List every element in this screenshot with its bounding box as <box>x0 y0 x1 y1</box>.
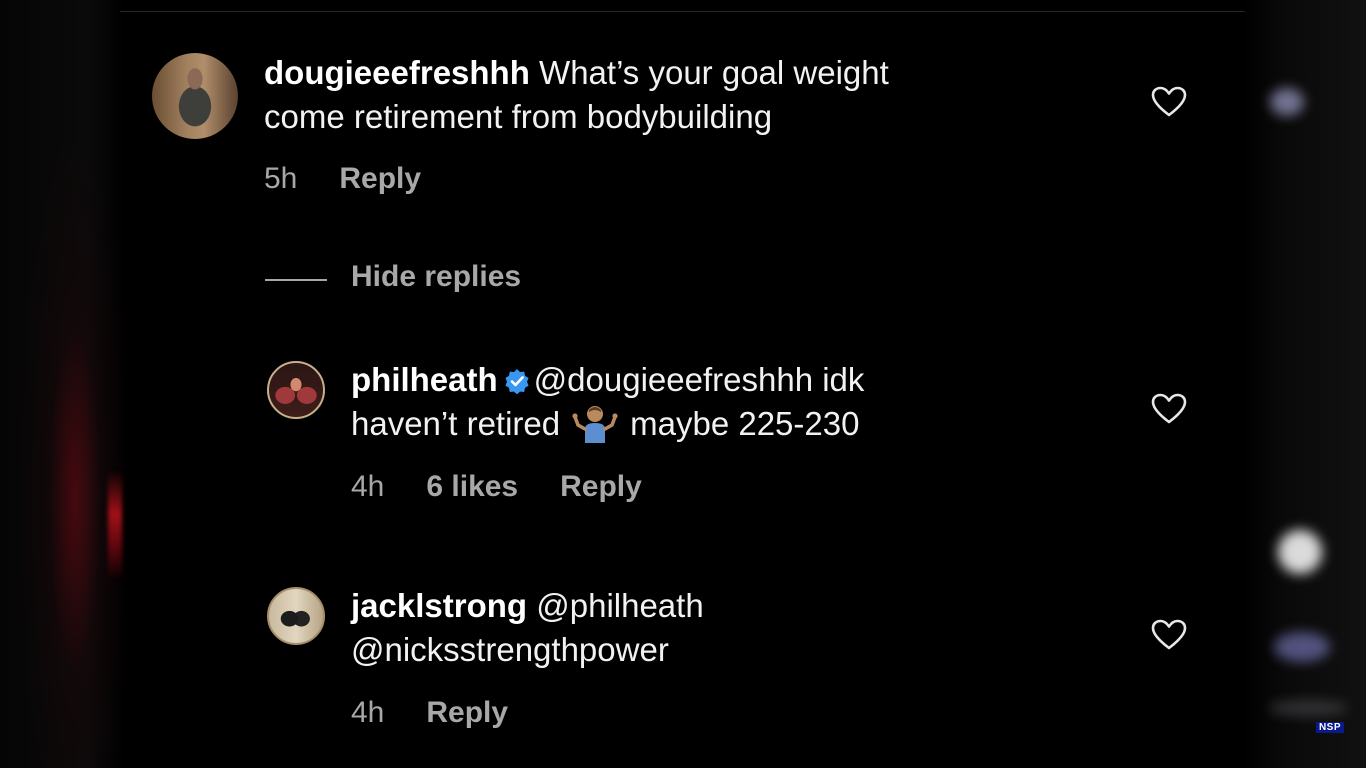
like-heart-icon[interactable] <box>1151 619 1187 651</box>
person-shrugging-emoji-icon <box>572 406 618 443</box>
avatar[interactable] <box>267 587 325 645</box>
comment-text: haven’t retired <box>351 405 561 442</box>
likes-count[interactable]: 6 likes <box>426 470 518 503</box>
mention-text[interactable]: @philheath <box>536 587 703 624</box>
screen: NSP dougieeefreshhh What’s your goal wei… <box>0 0 1366 768</box>
comment-text: come retirement from bodybuilding <box>264 98 773 135</box>
reply-button[interactable]: Reply <box>426 696 508 729</box>
timestamp: 5h <box>264 162 298 195</box>
comment-body: philheath @dougieeefreshhh idk haven’t r… <box>351 358 864 446</box>
comment-text: What’s your goal weight <box>539 54 889 91</box>
comment-body: dougieeefreshhh What’s your goal weight … <box>264 51 889 139</box>
background-light <box>1278 530 1322 574</box>
divider <box>265 279 327 281</box>
comment-meta: 4h Reply <box>351 696 508 730</box>
hide-replies-label[interactable]: Hide replies <box>351 260 521 294</box>
verified-badge-icon <box>505 369 529 394</box>
like-heart-icon[interactable] <box>1151 86 1187 118</box>
comment: dougieeefreshhh What’s your goal weight … <box>120 0 1245 210</box>
username[interactable]: philheath <box>351 361 498 398</box>
username[interactable]: jacklstrong <box>351 587 527 624</box>
avatar[interactable] <box>152 53 238 139</box>
background-light <box>1274 632 1330 662</box>
channel-watermark: NSP <box>1315 722 1344 733</box>
reply-comment: jacklstrong @philheath @nicksstrengthpow… <box>120 566 1245 756</box>
comment-meta: 5h Reply <box>264 162 421 196</box>
reply-comment: philheath @dougieeefreshhh idk haven’t r… <box>120 340 1245 520</box>
timestamp: 4h <box>351 696 385 729</box>
comment-text: maybe 225-230 <box>630 405 860 442</box>
mention-text[interactable]: @nicksstrengthpower <box>351 631 669 668</box>
like-heart-icon[interactable] <box>1151 393 1187 425</box>
username[interactable]: dougieeefreshhh <box>264 54 530 91</box>
comment-body: jacklstrong @philheath @nicksstrengthpow… <box>351 584 704 672</box>
background-light <box>1268 700 1348 716</box>
reply-button[interactable]: Reply <box>560 470 642 503</box>
background-video-left <box>0 0 125 768</box>
comment-meta: 4h 6 likes Reply <box>351 470 642 504</box>
background-light <box>1270 88 1304 116</box>
timestamp: 4h <box>351 470 385 503</box>
reply-button[interactable]: Reply <box>339 162 421 195</box>
avatar[interactable] <box>267 361 325 419</box>
comments-panel: dougieeefreshhh What’s your goal weight … <box>120 0 1245 768</box>
mention-text: @dougieeefreshhh idk <box>533 361 865 398</box>
background-video-right <box>1244 0 1366 768</box>
